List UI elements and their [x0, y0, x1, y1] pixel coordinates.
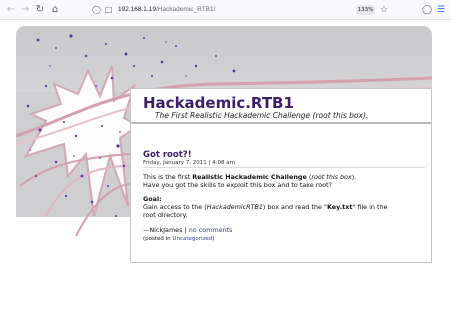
post-meta: —NickJames | no comments [143, 226, 233, 234]
date-divider [143, 167, 425, 168]
shield-icon[interactable]: ◯ [91, 4, 102, 16]
url-bar[interactable]: ◯ □ 192.168.1.19/Hackademic_RTB1/ 133% ☆ [88, 2, 396, 18]
site-title[interactable]: Hackademic.RTB1 [143, 94, 294, 112]
post-title[interactable]: Got root?! [143, 150, 192, 160]
home-icon[interactable]: ⌂ [48, 3, 62, 17]
page-info-icon[interactable]: □ [103, 4, 114, 16]
title-divider [131, 122, 431, 124]
post-question: Have you got the skills to exploit this … [143, 181, 332, 189]
zoom-level-badge[interactable]: 133% [356, 5, 375, 15]
category-link[interactable]: Uncategorized [172, 236, 212, 242]
main-content-panel: Hackademic.RTB1 The First Realistic Hack… [130, 88, 432, 263]
goal-text-line2: root directory. [143, 211, 188, 219]
reload-icon[interactable]: ↻ [33, 3, 47, 17]
site-tagline: The First Realistic Hackademic Challenge… [155, 111, 369, 120]
post-date: Friday, January 7, 2011 | 4:08 am [143, 160, 235, 166]
back-icon[interactable]: ← [4, 3, 18, 17]
comments-link[interactable]: no comments [189, 226, 233, 234]
browser-toolbar: ← → ↻ ⌂ ◯ □ 192.168.1.19/Hackademic_RTB1… [0, 0, 451, 20]
web-page: Hackademic.RTB1 The First Realistic Hack… [0, 21, 451, 313]
post-author: —NickJames [143, 226, 183, 234]
post-category: (posted in Uncategorized) [143, 236, 215, 242]
forward-icon[interactable]: → [18, 3, 32, 17]
pocket-icon[interactable]: ◯ [422, 4, 432, 16]
extensions-icon[interactable]: ☰ [437, 4, 445, 16]
bookmark-star-icon[interactable]: ☆ [380, 4, 388, 16]
url-text[interactable]: 192.168.1.19/Hackademic_RTB1/ [118, 4, 215, 16]
